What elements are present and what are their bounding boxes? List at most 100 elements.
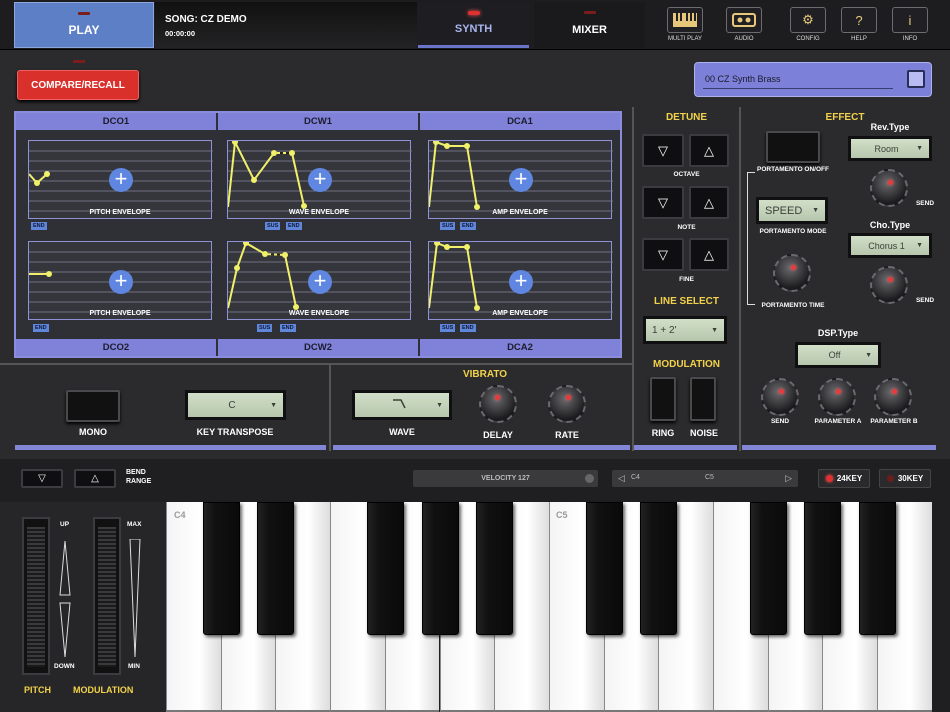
wave-envelope-2[interactable]: + WAVE ENVELOPE xyxy=(227,241,412,320)
tab-mixer[interactable]: MIXER xyxy=(534,2,645,48)
add-point-icon[interactable]: + xyxy=(109,168,133,192)
amp-envelope-1[interactable]: + AMP ENVELOPE xyxy=(428,140,613,219)
note-down-button[interactable]: ▽ xyxy=(642,186,684,219)
down-label: DOWN xyxy=(54,663,75,670)
black-key[interactable] xyxy=(859,502,897,635)
sus-tag: SUS xyxy=(257,324,273,332)
fine-up-button[interactable]: △ xyxy=(689,238,729,271)
song-display[interactable]: SONG: CZ DEMO 00:00:00 xyxy=(155,2,417,48)
rev-send-knob[interactable] xyxy=(870,169,908,207)
dsp-send-knob[interactable] xyxy=(761,378,799,416)
keyboard-range-bar[interactable]: ◁ C4 C5 ▷ xyxy=(612,470,798,487)
vibrato-delay-knob[interactable] xyxy=(479,385,517,423)
pitch-envelope-1[interactable]: + PITCH ENVELOPE xyxy=(28,140,213,219)
bend-range-down-button[interactable]: ▽ xyxy=(21,469,63,488)
line-select-dropdown[interactable]: 1 + 2' ▼ xyxy=(643,316,727,344)
config-button[interactable]: ⚙ CONFIG xyxy=(782,7,834,45)
section-bar xyxy=(333,445,630,450)
portamento-onoff-button[interactable] xyxy=(766,131,820,163)
note-up-button[interactable]: △ xyxy=(689,186,729,219)
up-label: UP xyxy=(60,521,70,528)
add-point-icon[interactable]: + xyxy=(509,168,533,192)
black-key[interactable] xyxy=(257,502,295,635)
octave-up-button[interactable]: △ xyxy=(689,134,729,167)
parameter-a-knob[interactable] xyxy=(818,378,856,416)
add-point-icon[interactable]: + xyxy=(109,270,133,294)
black-key[interactable] xyxy=(421,502,459,635)
compare-recall-button[interactable]: COMPARE/RECALL xyxy=(17,70,139,100)
rev-type-dropdown[interactable]: Room ▼ xyxy=(848,136,932,161)
tab-synth[interactable]: SYNTH xyxy=(418,2,529,48)
range-left-icon[interactable]: ◁ xyxy=(618,473,625,484)
cho-send-knob[interactable] xyxy=(870,266,908,304)
dsp-type-dropdown[interactable]: Off ▼ xyxy=(795,342,881,368)
vibrato-rate-knob[interactable] xyxy=(548,385,586,423)
audio-button[interactable]: AUDIO xyxy=(718,7,770,45)
info-button[interactable]: i INFO xyxy=(884,7,936,45)
portamento-time-label: PORTAMENTO TIME xyxy=(761,302,825,309)
divider xyxy=(329,365,331,451)
pitch-wheel-ridges xyxy=(27,527,45,667)
noise-button[interactable] xyxy=(690,377,716,421)
cho-send-label: SEND xyxy=(915,297,935,304)
info-label: INFO xyxy=(902,36,918,42)
max-label: MAX xyxy=(127,521,142,528)
fine-down-button[interactable]: ▽ xyxy=(642,238,684,271)
header-dca2: DCA2 xyxy=(420,339,620,356)
24key-button[interactable]: 24KEY xyxy=(818,469,870,488)
save-icon[interactable] xyxy=(907,70,925,88)
black-key[interactable] xyxy=(366,502,404,635)
portamento-mode-value: SPEED xyxy=(765,204,803,217)
envelope-label: WAVE ENVELOPE xyxy=(288,310,350,317)
help-label: HELP xyxy=(851,36,867,42)
30key-button[interactable]: 30KEY xyxy=(879,469,931,488)
velocity-handle[interactable] xyxy=(585,474,594,483)
black-key[interactable] xyxy=(804,502,842,635)
range-right-icon[interactable]: ▷ xyxy=(785,473,792,484)
mono-button[interactable] xyxy=(66,390,120,422)
noise-label: NOISE xyxy=(689,428,718,438)
bend-range-up-button[interactable]: △ xyxy=(74,469,116,488)
mono-label: MONO xyxy=(79,427,107,437)
end-tag: END xyxy=(280,324,296,332)
dsp-type-value: Off xyxy=(828,350,841,360)
black-key[interactable] xyxy=(585,502,623,635)
multi-play-button[interactable]: MULTI PLAY xyxy=(659,7,711,45)
black-key[interactable] xyxy=(476,502,514,635)
key-transpose-value: C xyxy=(228,399,236,411)
black-key[interactable] xyxy=(640,502,678,635)
rate-label: RATE xyxy=(555,430,579,440)
min-label: MIN xyxy=(128,663,140,670)
cho-type-dropdown[interactable]: Chorus 1 ▼ xyxy=(848,233,932,258)
black-key[interactable] xyxy=(749,502,787,635)
vibrato-wave-dropdown[interactable]: ▼ xyxy=(352,390,452,420)
octave-label: OCTAVE xyxy=(673,171,700,178)
bend-range-label: BEND RANGE xyxy=(126,469,152,485)
key-transpose-dropdown[interactable]: C ▼ xyxy=(185,390,286,420)
ring-button[interactable] xyxy=(650,377,676,421)
amp-envelope-2[interactable]: + AMP ENVELOPE xyxy=(428,241,613,320)
play-tab[interactable]: PLAY xyxy=(14,2,154,48)
modulation-wheel[interactable] xyxy=(93,517,121,675)
parameter-b-knob[interactable] xyxy=(874,378,912,416)
black-key[interactable] xyxy=(202,502,240,635)
patch-name-field[interactable]: 00 CZ Synth Brass xyxy=(694,62,932,97)
add-point-icon[interactable]: + xyxy=(509,270,533,294)
pitch-envelope-2[interactable]: + PITCH ENVELOPE xyxy=(28,241,213,320)
velocity-slider[interactable]: VELOCITY 127 xyxy=(413,470,598,487)
portamento-time-knob[interactable] xyxy=(773,254,811,292)
rev-type-label: Rev.Type xyxy=(870,122,910,132)
help-button[interactable]: ? HELP xyxy=(833,7,885,45)
end-tag: END xyxy=(460,222,476,230)
octave-down-button[interactable]: ▽ xyxy=(642,134,684,167)
portamento-mode-dropdown[interactable]: SPEED ▼ xyxy=(756,197,828,224)
pitch-wheel[interactable] xyxy=(22,517,50,675)
patch-underline xyxy=(703,88,893,89)
add-point-icon[interactable]: + xyxy=(308,270,332,294)
pitch-label: PITCH xyxy=(24,685,51,695)
chevron-down-icon: ▼ xyxy=(916,145,923,152)
wave-envelope-1[interactable]: + WAVE ENVELOPE xyxy=(227,140,412,219)
rev-send-label: SEND xyxy=(915,200,935,207)
add-point-icon[interactable]: + xyxy=(308,168,332,192)
sus-tag: SUS xyxy=(440,324,456,332)
